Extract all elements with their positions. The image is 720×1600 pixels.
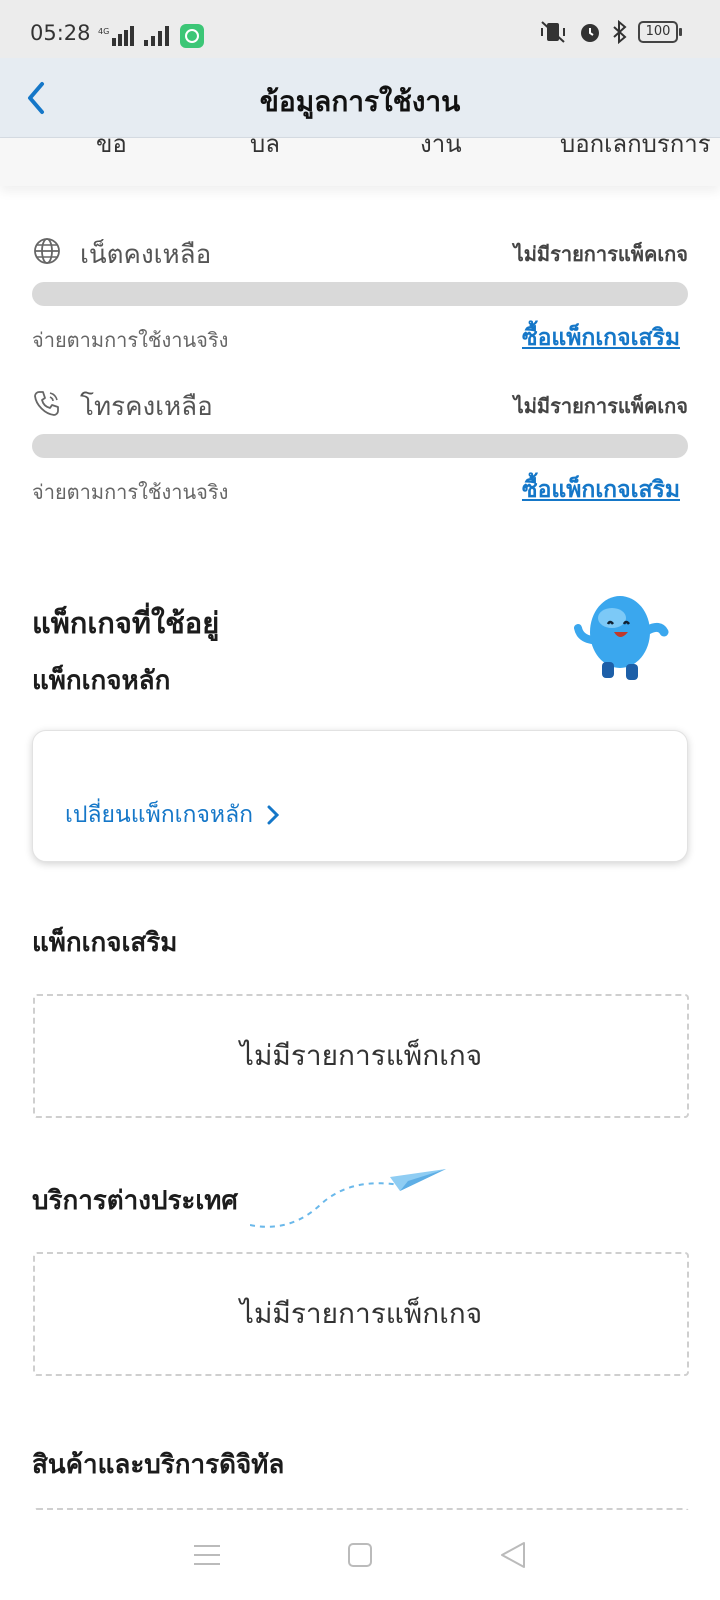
change-main-package-label: เปลี่ยนแพ็กเกจหลัก xyxy=(65,802,254,828)
tab-item-partial[interactable]: บอกเลิกบริการ xyxy=(560,138,711,163)
voice-balance-status: ไม่มีรายการแพ็คเกจ xyxy=(513,394,688,418)
data-billing-note: จ่ายตามการใช้งานจริง xyxy=(32,328,229,352)
phone-icon xyxy=(34,391,59,416)
network-4g-icon: 4G xyxy=(98,26,134,46)
roaming-title: บริการต่างประเทศ xyxy=(32,1186,238,1216)
digital-services-title: สินค้าและบริการดิจิทัล xyxy=(32,1450,285,1480)
buy-voice-addon-link[interactable]: ซื้อแพ็กเกจเสริม xyxy=(522,472,680,508)
app-header: ข้อมูลการใช้งาน xyxy=(0,58,720,138)
status-right-icons: 100 xyxy=(538,20,682,44)
chevron-right-icon xyxy=(267,805,280,825)
data-balance-status: ไม่มีรายการแพ็คเกจ xyxy=(513,242,688,266)
system-nav-bar xyxy=(0,1510,720,1600)
packages-in-use-title: แพ็กเกจที่ใช้อยู่ xyxy=(32,606,220,640)
main-package-card: เปลี่ยนแพ็กเกจหลัก xyxy=(32,730,688,862)
menu-icon xyxy=(193,1545,220,1565)
status-bar: 05:28 4G 100 xyxy=(0,0,720,58)
voice-progress-bar xyxy=(32,434,688,458)
menu-nav-button[interactable] xyxy=(177,1525,237,1585)
paper-plane-icon xyxy=(250,1169,446,1228)
voice-billing-note: จ่ายตามการใช้งานจริง xyxy=(32,480,229,504)
back-nav-button[interactable] xyxy=(483,1525,543,1585)
vibrate-off-icon xyxy=(541,21,565,43)
change-main-package-link[interactable]: เปลี่ยนแพ็กเกจหลัก xyxy=(65,797,280,833)
tab-item-partial[interactable]: บิล xyxy=(250,138,280,163)
home-nav-button[interactable] xyxy=(330,1525,390,1585)
data-balance-label: เน็ตคงเหลือ xyxy=(80,240,212,270)
voice-balance-section: โทรคงเหลือ ไม่มีรายการแพ็คเกจ จ่ายตามการ… xyxy=(32,384,688,504)
tab-item-partial[interactable]: งาน xyxy=(420,138,462,163)
page-title: ข้อมูลการใช้งาน xyxy=(259,85,461,118)
app-notification-icon xyxy=(180,24,204,48)
addon-package-title: แพ็กเกจเสริม xyxy=(32,928,178,958)
mascot-illustration xyxy=(574,596,669,680)
home-square-icon xyxy=(347,1543,372,1567)
roaming-empty-box: ไม่มีรายการแพ็กเกจ xyxy=(33,1252,689,1376)
bluetooth-icon xyxy=(613,20,627,44)
signal-icon xyxy=(144,26,169,46)
data-progress-bar xyxy=(32,282,688,306)
back-triangle-icon xyxy=(501,1542,526,1568)
status-left-icons: 4G xyxy=(98,24,204,48)
tab-strip: ข้อ บิล งาน บอกเลิกบริการ xyxy=(0,138,720,186)
svg-text:4G: 4G xyxy=(98,27,109,36)
voice-balance-label: โทรคงเหลือ xyxy=(80,392,213,422)
status-time: 05:28 xyxy=(30,21,91,45)
alarm-icon xyxy=(581,24,599,42)
addon-empty-box: ไม่มีรายการแพ็กเกจ xyxy=(33,994,689,1118)
tab-item-partial[interactable]: ข้อ xyxy=(96,138,127,163)
main-package-title: แพ็กเกจหลัก xyxy=(32,666,171,696)
addon-empty-text: ไม่มีรายการแพ็กเกจ xyxy=(239,1039,483,1072)
globe-icon xyxy=(34,238,60,264)
data-balance-section: เน็ตคงเหลือ ไม่มีรายการแพ็คเกจ จ่ายตามกา… xyxy=(32,232,688,352)
roaming-empty-text: ไม่มีรายการแพ็กเกจ xyxy=(239,1297,483,1330)
buy-data-addon-link[interactable]: ซื้อแพ็กเกจเสริม xyxy=(522,320,680,356)
battery-icon: 100 xyxy=(638,21,682,43)
